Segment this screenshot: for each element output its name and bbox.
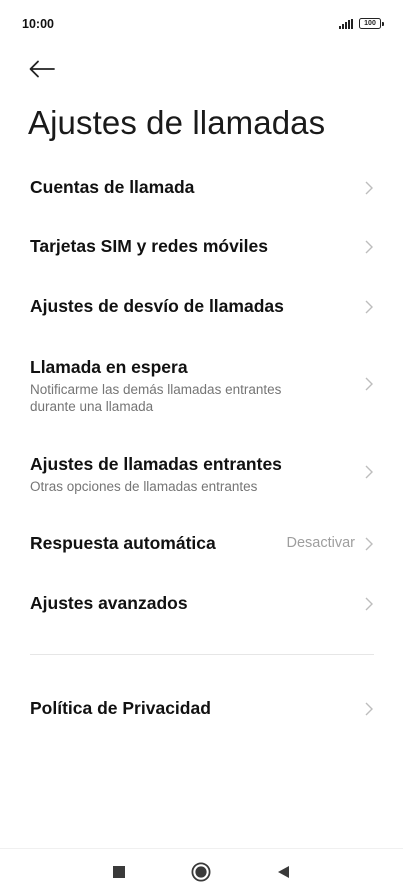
chevron-right-icon xyxy=(365,465,373,479)
chevron-right-icon xyxy=(365,300,373,314)
auto-answer-row[interactable]: Respuesta automática Desactivar xyxy=(0,518,403,570)
privacy-policy-row[interactable]: Política de Privacidad xyxy=(0,683,403,735)
home-circle-icon[interactable] xyxy=(191,862,211,882)
arrow-left-icon xyxy=(29,60,55,78)
chevron-right-icon xyxy=(365,240,373,254)
incoming-calls-row[interactable]: Ajustes de llamadas entrantes Otras opci… xyxy=(0,441,403,501)
row-title: Cuentas de llamada xyxy=(30,177,195,197)
recents-square-icon[interactable] xyxy=(113,866,125,878)
row-value: Desactivar xyxy=(286,535,356,551)
row-subtitle: Otras opciones de llamadas entrantes xyxy=(30,479,258,494)
back-button[interactable] xyxy=(29,57,57,81)
row-title: Tarjetas SIM y redes móviles xyxy=(30,236,268,256)
signal-icon xyxy=(339,18,353,29)
chevron-right-icon xyxy=(365,377,373,391)
navigation-bar xyxy=(0,848,403,896)
nav-divider xyxy=(0,848,403,849)
status-bar: 10:00 100 xyxy=(0,0,403,48)
row-title: Llamada en espera xyxy=(30,357,188,377)
page-title: Ajustes de llamadas xyxy=(28,104,326,141)
call-forwarding-row[interactable]: Ajustes de desvío de llamadas xyxy=(0,281,403,333)
status-icons: 100 xyxy=(339,18,384,29)
battery-icon: 100 xyxy=(359,18,384,29)
row-title: Política de Privacidad xyxy=(30,698,211,718)
row-title: Ajustes avanzados xyxy=(30,593,188,613)
battery-level: 100 xyxy=(364,20,376,27)
call-accounts-row[interactable]: Cuentas de llamada xyxy=(0,162,403,214)
row-title: Ajustes de llamadas entrantes xyxy=(30,454,282,474)
chevron-right-icon xyxy=(365,537,373,551)
chevron-right-icon xyxy=(365,181,373,195)
chevron-right-icon xyxy=(365,597,373,611)
section-divider xyxy=(30,654,374,655)
back-triangle-icon[interactable] xyxy=(277,865,290,879)
advanced-settings-row[interactable]: Ajustes avanzados xyxy=(0,578,403,630)
row-subtitle: Notificarme las demás llamadas entrantes… xyxy=(30,382,282,414)
row-title: Respuesta automática xyxy=(30,533,216,553)
status-time: 10:00 xyxy=(22,17,54,31)
chevron-right-icon xyxy=(365,702,373,716)
call-waiting-row[interactable]: Llamada en espera Notificarme las demás … xyxy=(0,344,403,422)
row-title: Ajustes de desvío de llamadas xyxy=(30,296,284,316)
sim-cards-row[interactable]: Tarjetas SIM y redes móviles xyxy=(0,221,403,273)
